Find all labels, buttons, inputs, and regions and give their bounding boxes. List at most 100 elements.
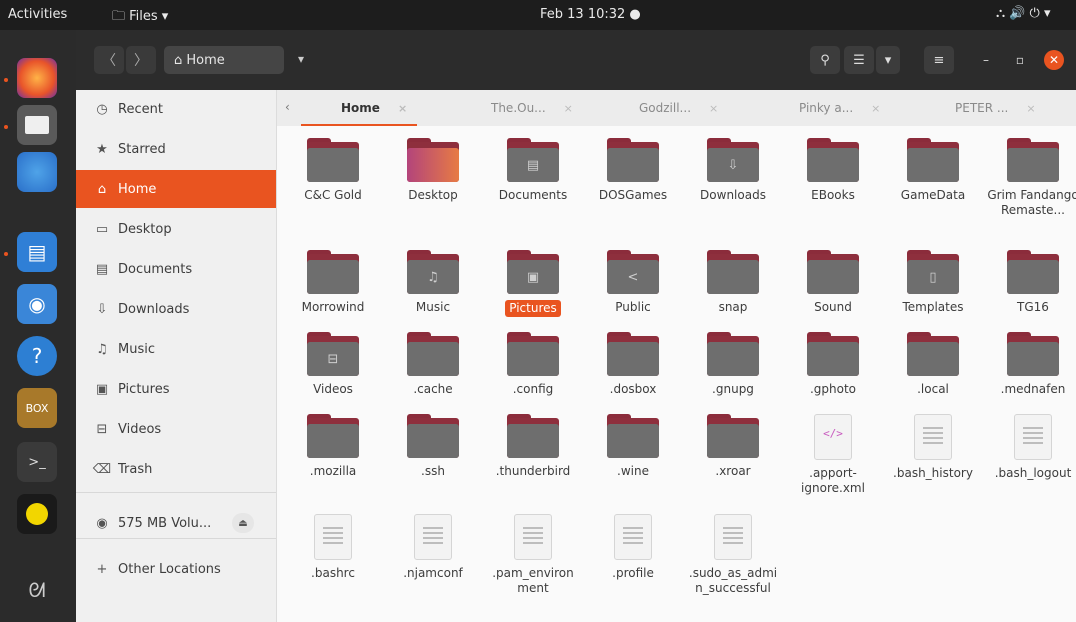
minimize-button[interactable]: – [976, 50, 996, 70]
text-lines [423, 527, 443, 545]
sidebar-item-trash[interactable]: ⌫ Trash [76, 450, 276, 488]
terminal-icon[interactable]: >_ [17, 442, 57, 482]
file-item[interactable]: TG16 [987, 250, 1076, 315]
sidebar-item-label: Recent [118, 101, 163, 117]
file-item[interactable]: .thunderbird [487, 414, 579, 479]
close-icon[interactable]: × [709, 102, 718, 115]
pacman-icon[interactable] [17, 494, 57, 534]
hamburger-menu-button[interactable]: ≡ [924, 46, 954, 74]
close-icon[interactable]: × [871, 102, 880, 115]
dosbox-icon[interactable]: BOX [17, 388, 57, 428]
sidebar-item-label: Home [118, 181, 157, 197]
app-menu-files[interactable]: 🗀 Files ▾ [112, 7, 168, 29]
file-item[interactable]: .ssh [387, 414, 479, 479]
sidebar-item-recent[interactable]: ◷ Recent [76, 90, 276, 128]
writer-icon[interactable]: ▤ [17, 232, 57, 272]
text-file-icon [514, 514, 552, 560]
file-item[interactable]: snap [687, 250, 779, 315]
sidebar-item-label: Music [118, 341, 155, 357]
firefox-icon[interactable] [17, 58, 57, 98]
file-item[interactable]: </> .apport-ignore.xml [787, 414, 879, 496]
file-item[interactable]: .cache [387, 332, 479, 397]
search-button[interactable]: ⚲ [810, 46, 840, 74]
file-item[interactable]: Sound [787, 250, 879, 315]
sidebar-item-documents[interactable]: ▤ Documents [76, 250, 276, 288]
thunderbird-icon[interactable] [17, 152, 57, 192]
file-item[interactable]: ▯ Templates [887, 250, 979, 315]
folder-emblem [407, 342, 459, 376]
file-item[interactable]: .bashrc [287, 514, 379, 581]
folder-emblem [307, 260, 359, 294]
sidebar-icon: ♫ [96, 341, 108, 357]
sidebar-icon: ⇩ [96, 301, 108, 317]
sidebar-item-videos[interactable]: ⊟ Videos [76, 410, 276, 448]
file-item[interactable]: .wine [587, 414, 679, 479]
file-item[interactable]: .njamconf [387, 514, 479, 581]
sidebar-item-575-mb-volu[interactable]: ◉ 575 MB Volu... ⏏ [76, 504, 276, 542]
view-options-button[interactable]: ▾ [876, 46, 900, 74]
file-item[interactable]: Morrowind [287, 250, 379, 315]
sidebar-item-downloads[interactable]: ⇩ Downloads [76, 290, 276, 328]
close-icon[interactable]: × [564, 102, 573, 115]
file-item[interactable]: .gphoto [787, 332, 879, 397]
help-icon[interactable]: ? [17, 336, 57, 376]
file-item[interactable]: .pam_environment [487, 514, 579, 596]
eject-icon[interactable]: ⏏ [232, 513, 254, 533]
close-icon[interactable]: × [398, 102, 407, 115]
back-button[interactable]: 〈 [94, 46, 124, 74]
tab-4[interactable]: Pinky a... × [799, 90, 880, 126]
file-item[interactable]: ♫ Music [387, 250, 479, 315]
file-item[interactable]: .mozilla [287, 414, 379, 479]
file-item[interactable]: .dosbox [587, 332, 679, 397]
file-item[interactable]: ▣ Pictures [487, 250, 579, 317]
sidebar-item-other-locations[interactable]: + Other Locations [76, 550, 276, 588]
tab-scroll-left-icon[interactable]: ‹ [285, 100, 290, 114]
file-item[interactable]: .profile [587, 514, 679, 581]
view-toggle-button[interactable]: ☰ [844, 46, 874, 74]
chevron-down-icon[interactable]: ▾ [298, 52, 304, 66]
file-item[interactable]: .bash_history [887, 414, 979, 481]
forward-button[interactable]: 〉 [126, 46, 156, 74]
file-item[interactable]: .bash_logout [987, 414, 1076, 481]
file-item[interactable]: ⇩ Downloads [687, 138, 779, 203]
close-button[interactable]: ✕ [1044, 50, 1064, 70]
sidebar-item-pictures[interactable]: ▣ Pictures [76, 370, 276, 408]
file-item[interactable]: .xroar [687, 414, 779, 479]
system-menu[interactable]: ⛬ 🔊 ⏻ ▾ [996, 6, 1051, 21]
close-icon[interactable]: × [1026, 102, 1035, 115]
file-item[interactable]: .gnupg [687, 332, 779, 397]
sidebar-item-desktop[interactable]: ▭ Desktop [76, 210, 276, 248]
file-item[interactable]: .config [487, 332, 579, 397]
folder-emblem [607, 424, 659, 458]
file-item[interactable]: ▤ Documents [487, 138, 579, 203]
sidebar-item-music[interactable]: ♫ Music [76, 330, 276, 368]
file-item[interactable]: < Public [587, 250, 679, 315]
file-item[interactable]: Desktop [387, 138, 479, 203]
folder-emblem [507, 342, 559, 376]
file-item[interactable]: ⊟ Videos [287, 332, 379, 397]
gimp-icon[interactable]: ᘛ [17, 570, 57, 610]
tab-5[interactable]: PETER ... × [955, 90, 1036, 126]
folder-emblem [1007, 342, 1059, 376]
tab-2[interactable]: The.Ou... × [491, 90, 573, 126]
path-bar-home[interactable]: ⌂ Home ▾ [164, 46, 304, 74]
sidebar-item-home[interactable]: ⌂ Home [76, 170, 276, 208]
folder-icon [307, 250, 359, 294]
maximize-button[interactable]: ▫ [1010, 50, 1030, 70]
file-item[interactable]: EBooks [787, 138, 879, 203]
tab-1[interactable]: Home × [301, 90, 418, 127]
file-item[interactable]: GameData [887, 138, 979, 203]
file-item[interactable]: C&C Gold [287, 138, 379, 203]
file-item[interactable]: Grim Fandango Remaste... [987, 138, 1076, 218]
tab-3[interactable]: Godzill... × [639, 90, 718, 126]
file-item[interactable]: .local [887, 332, 979, 397]
files-icon[interactable] [17, 105, 57, 145]
activities-button[interactable]: Activities [8, 7, 67, 22]
clock[interactable]: Feb 13 10:32 ● [540, 7, 641, 22]
file-item[interactable]: .mednafen [987, 332, 1076, 397]
text-lines [323, 527, 343, 545]
sidebar-item-starred[interactable]: ★ Starred [76, 130, 276, 168]
file-item[interactable]: DOSGames [587, 138, 679, 203]
camera-icon[interactable]: ◉ [17, 284, 57, 324]
file-item[interactable]: .sudo_as_admin_successful [687, 514, 779, 596]
